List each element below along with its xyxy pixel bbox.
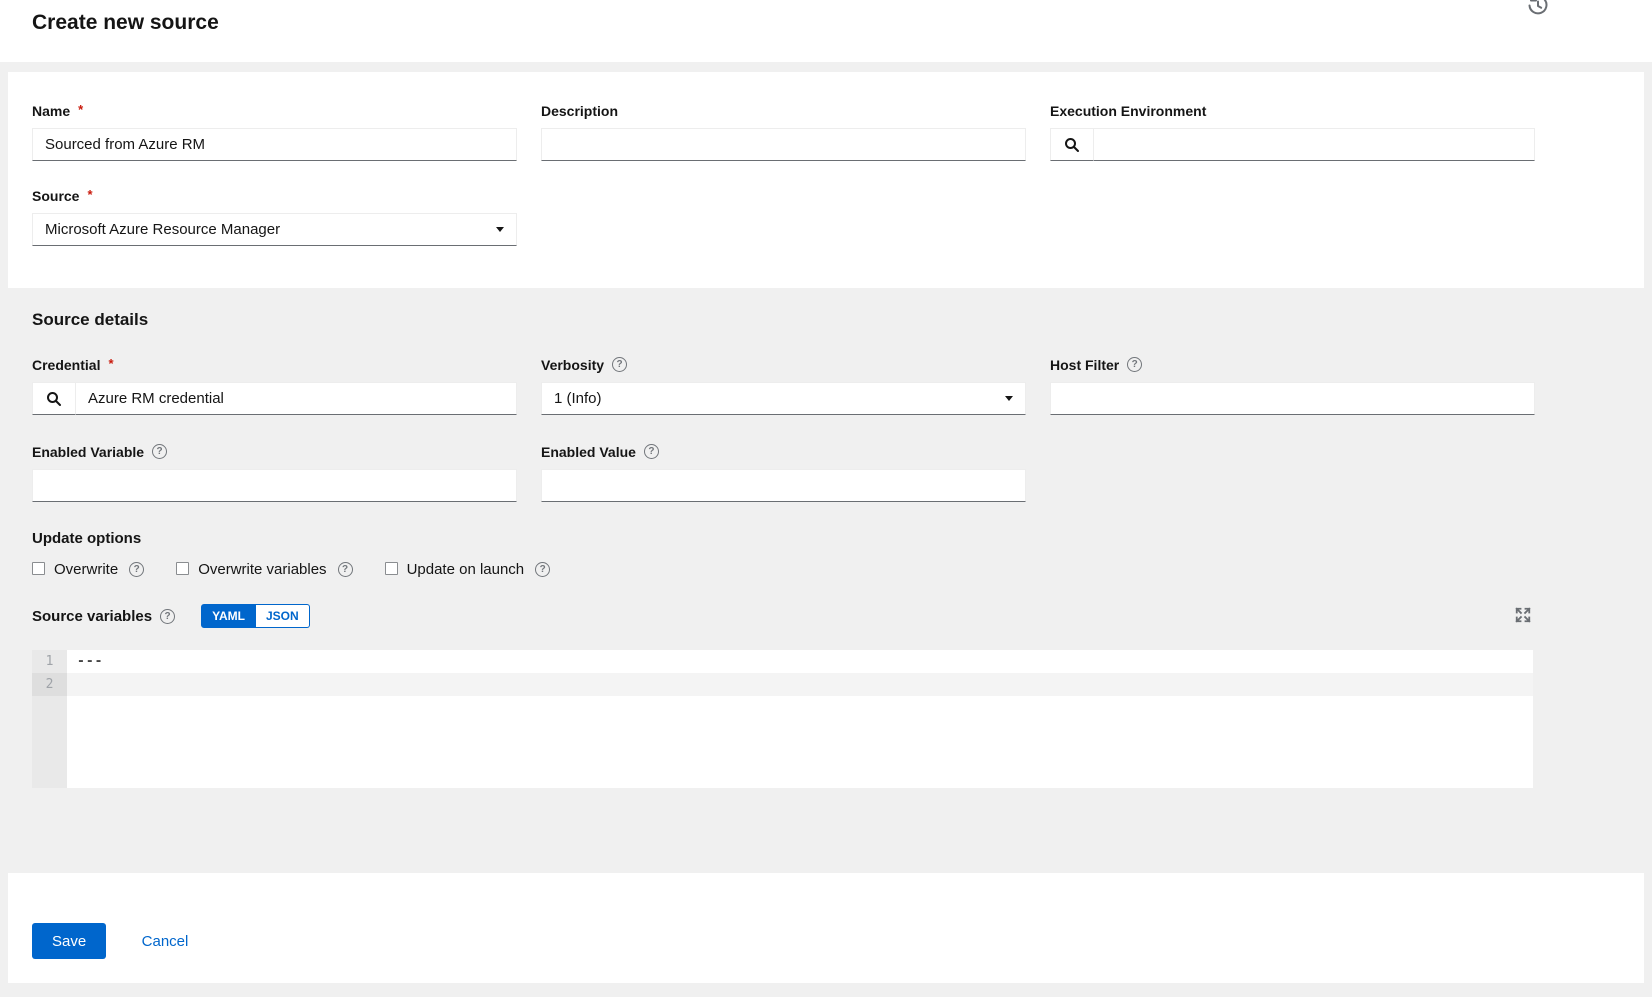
overwrite-variables-checkbox[interactable] (176, 562, 189, 575)
name-input[interactable] (32, 128, 517, 161)
credential-field-group: Credential * (32, 356, 517, 415)
page-header: Create new source (0, 0, 1652, 62)
cancel-link[interactable]: Cancel (142, 933, 189, 950)
description-label: Description (541, 103, 618, 119)
page-title: Create new source (32, 11, 219, 35)
overwrite-variables-checkbox-label: Overwrite variables (198, 561, 326, 578)
help-icon[interactable]: ? (1127, 357, 1142, 372)
source-details-section: Source details Credential * (8, 288, 1644, 873)
editor-line-number: 2 (32, 673, 67, 696)
help-icon[interactable]: ? (338, 562, 353, 577)
search-icon (46, 391, 62, 407)
overwrite-checkbox-label: Overwrite (54, 561, 118, 578)
editor-line: 2 (32, 673, 1533, 696)
verbosity-select[interactable]: 1 (Info) (541, 382, 1026, 415)
save-button[interactable]: Save (32, 923, 106, 959)
required-asterisk: * (87, 187, 92, 202)
history-button[interactable] (1526, 0, 1550, 17)
search-icon (1064, 137, 1080, 153)
verbosity-label: Verbosity (541, 357, 604, 373)
enabled-variable-field-group: Enabled Variable ? (32, 443, 517, 502)
source-variables-mode-toggle: YAML JSON (201, 604, 310, 628)
credential-search-button[interactable] (32, 382, 76, 415)
source-details-heading: Source details (32, 310, 1620, 330)
verbosity-field-group: Verbosity ? 1 (Info) (541, 356, 1026, 415)
editor-line-content (67, 673, 77, 696)
execution-environment-search-button[interactable] (1050, 128, 1094, 161)
update-on-launch-checkbox-label: Update on launch (407, 561, 525, 578)
description-input[interactable] (541, 128, 1026, 161)
enabled-variable-input[interactable] (32, 469, 517, 502)
help-icon[interactable]: ? (535, 562, 550, 577)
help-icon[interactable]: ? (644, 444, 659, 459)
chevron-down-icon (496, 227, 504, 232)
source-select-value: Microsoft Azure Resource Manager (45, 221, 280, 238)
chevron-down-icon (1005, 396, 1013, 401)
required-asterisk: * (108, 356, 113, 371)
source-field-group: Source * Microsoft Azure Resource Manage… (32, 187, 517, 246)
yaml-toggle-button[interactable]: YAML (201, 604, 256, 628)
required-asterisk: * (78, 102, 83, 117)
editor-line-number: 1 (32, 650, 67, 673)
verbosity-select-value: 1 (Info) (554, 390, 602, 407)
enabled-value-label: Enabled Value (541, 444, 636, 460)
form-card: Name * Description Execution Environment (8, 72, 1644, 983)
enabled-variable-label: Enabled Variable (32, 444, 144, 460)
execution-environment-label: Execution Environment (1050, 103, 1206, 119)
help-icon[interactable]: ? (612, 357, 627, 372)
enabled-value-field-group: Enabled Value ? (541, 443, 1026, 502)
editor-line: 1 --- (32, 650, 1533, 673)
source-variables-editor[interactable]: 1 --- 2 (32, 650, 1533, 788)
credential-input[interactable] (76, 382, 517, 415)
host-filter-input[interactable] (1050, 382, 1535, 415)
source-label: Source (32, 188, 79, 204)
help-icon[interactable]: ? (160, 609, 175, 624)
help-icon[interactable]: ? (129, 562, 144, 577)
credential-label: Credential (32, 357, 100, 373)
execution-environment-input[interactable] (1094, 128, 1535, 161)
description-field-group: Description (541, 102, 1026, 161)
execution-environment-field-group: Execution Environment (1050, 102, 1535, 161)
help-icon[interactable]: ? (152, 444, 167, 459)
update-options-row: Overwrite ? Overwrite variables ? Update… (32, 561, 1620, 578)
overwrite-checkbox[interactable] (32, 562, 45, 575)
name-label: Name (32, 103, 70, 119)
name-field-group: Name * (32, 102, 517, 161)
update-on-launch-checkbox[interactable] (385, 562, 398, 575)
overwrite-checkbox-item[interactable]: Overwrite ? (32, 561, 144, 578)
json-toggle-button[interactable]: JSON (256, 604, 310, 628)
form-top-section: Name * Description Execution Environment (8, 72, 1644, 288)
overwrite-variables-checkbox-item[interactable]: Overwrite variables ? (176, 561, 352, 578)
history-icon (1526, 0, 1550, 17)
update-options-heading: Update options (32, 530, 1620, 547)
expand-button[interactable] (1513, 604, 1535, 626)
enabled-value-input[interactable] (541, 469, 1026, 502)
source-variables-label: Source variables (32, 608, 152, 625)
editor-line-content: --- (67, 650, 103, 673)
update-on-launch-checkbox-item[interactable]: Update on launch ? (385, 561, 551, 578)
host-filter-field-group: Host Filter ? (1050, 356, 1535, 415)
source-variables-row: Source variables ? YAML JSON (32, 604, 1535, 628)
source-select[interactable]: Microsoft Azure Resource Manager (32, 213, 517, 246)
form-actions: Save Cancel (8, 873, 1644, 983)
host-filter-label: Host Filter (1050, 357, 1119, 373)
expand-arrows-icon (1513, 605, 1535, 625)
